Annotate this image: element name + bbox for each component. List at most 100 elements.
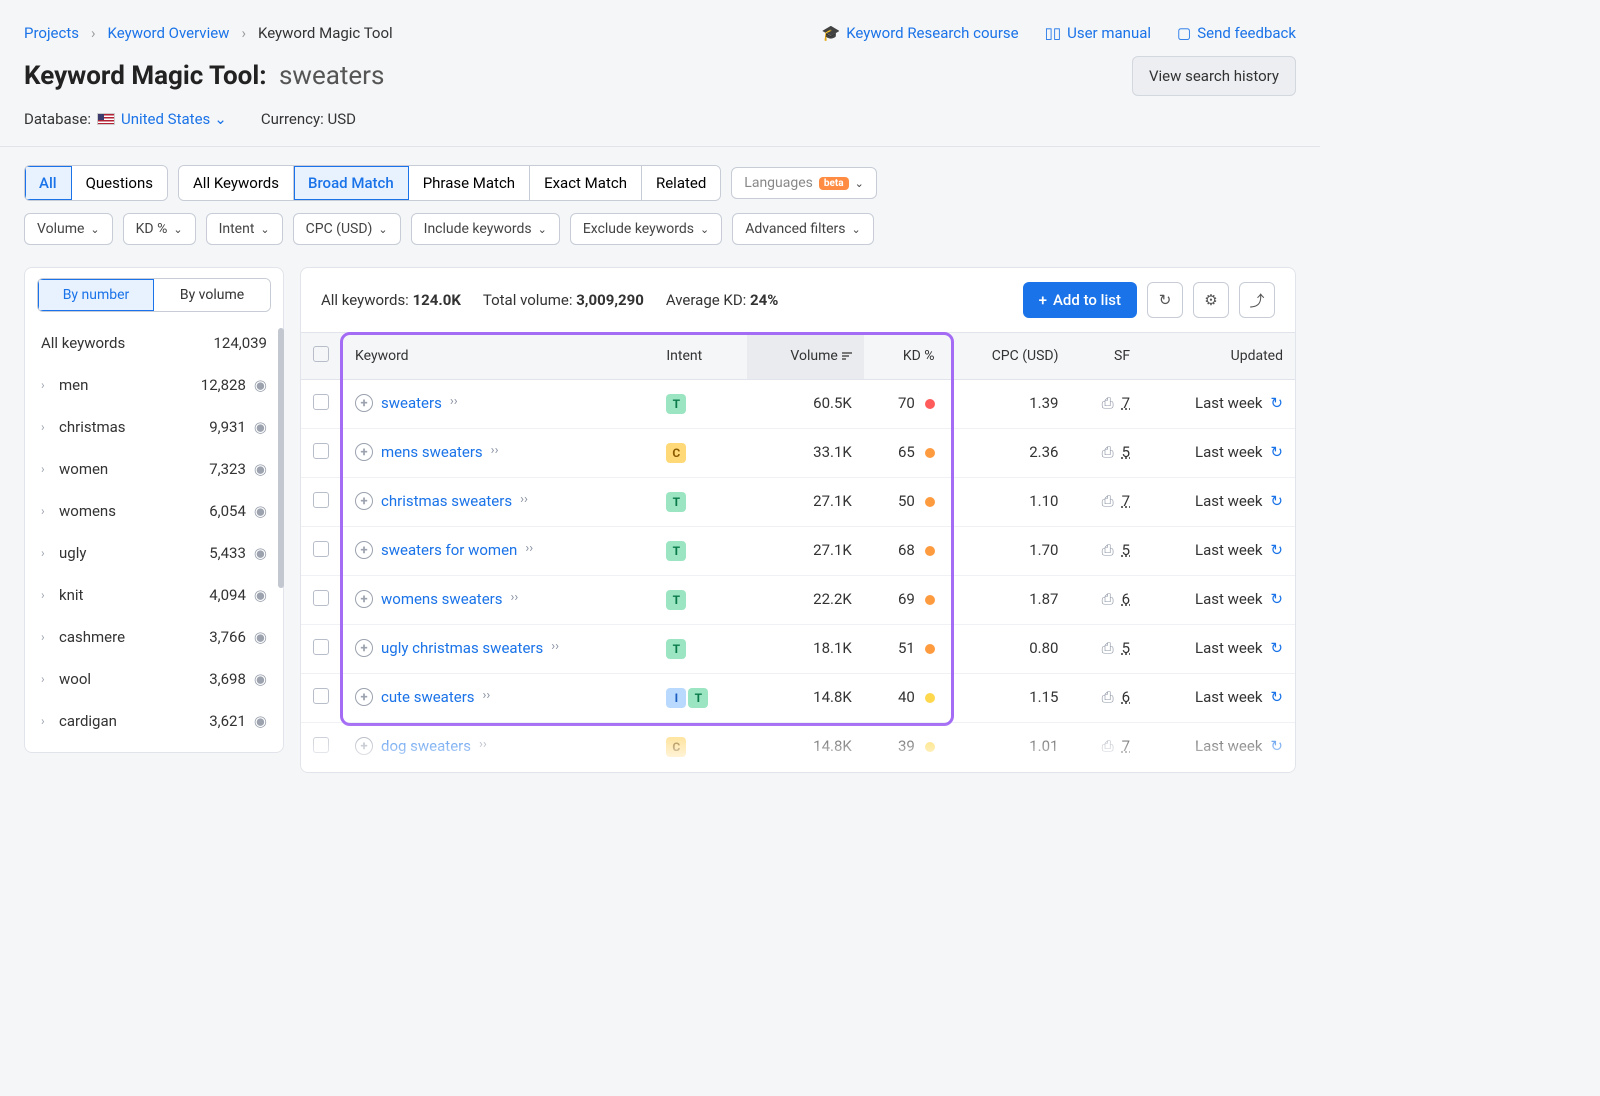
languages-dropdown[interactable]: Languages beta ⌄ xyxy=(731,167,877,199)
cell-sf[interactable]: 7 xyxy=(1122,394,1130,412)
sidebar-item-women[interactable]: ›women7,323 ◉ xyxy=(29,448,279,490)
match-segment: All KeywordsBroad MatchPhrase MatchExact… xyxy=(178,165,721,201)
serp-icon[interactable]: ⎙ xyxy=(1102,394,1114,412)
scrollbar[interactable] xyxy=(278,328,284,588)
filter-include-keywords[interactable]: Include keywords ⌄ xyxy=(411,213,560,245)
serp-icon[interactable]: ⎙ xyxy=(1102,639,1114,657)
filter-exclude-keywords[interactable]: Exclude keywords ⌄ xyxy=(570,213,722,245)
serp-icon[interactable]: ⎙ xyxy=(1102,541,1114,559)
match-tab-all-keywords[interactable]: All Keywords xyxy=(179,166,294,200)
filter-cpc-usd-[interactable]: CPC (USD) ⌄ xyxy=(293,213,401,245)
refresh-row-icon[interactable]: ↻ xyxy=(1270,639,1283,657)
link-feedback[interactable]: ▢Send feedback xyxy=(1177,24,1296,42)
add-to-list-button[interactable]: +Add to list xyxy=(1023,282,1137,318)
crumb-overview[interactable]: Keyword Overview xyxy=(108,24,230,42)
row-checkbox[interactable] xyxy=(313,443,329,459)
sidebar-item-christmas[interactable]: ›christmas9,931 ◉ xyxy=(29,406,279,448)
open-icon[interactable]: ›› xyxy=(491,443,499,458)
side-tab-number[interactable]: By number xyxy=(38,279,154,311)
col-sf[interactable]: SF xyxy=(1070,333,1142,380)
sidebar-item-womens[interactable]: ›womens6,054 ◉ xyxy=(29,490,279,532)
select-all-checkbox[interactable] xyxy=(313,346,329,362)
serp-icon[interactable]: ⎙ xyxy=(1102,688,1114,706)
row-checkbox[interactable] xyxy=(313,590,329,606)
col-keyword[interactable]: Keyword xyxy=(343,333,654,380)
filter-intent[interactable]: Intent ⌄ xyxy=(206,213,283,245)
keyword-link[interactable]: christmas sweaters xyxy=(381,492,512,510)
open-icon[interactable]: ›› xyxy=(551,639,559,654)
sidebar-item-wool[interactable]: ›wool3,698 ◉ xyxy=(29,658,279,700)
keyword-link[interactable]: ugly christmas sweaters xyxy=(381,639,543,657)
intent-badge-T: T xyxy=(688,688,708,708)
row-checkbox[interactable] xyxy=(313,394,329,410)
link-manual[interactable]: ▯▯User manual xyxy=(1045,24,1151,42)
sidebar-item-cashmere[interactable]: ›cashmere3,766 ◉ xyxy=(29,616,279,658)
row-checkbox[interactable] xyxy=(313,639,329,655)
side-tab-volume[interactable]: By volume xyxy=(154,279,270,311)
keyword-link[interactable]: mens sweaters xyxy=(381,443,483,461)
open-icon[interactable]: ›› xyxy=(450,394,458,409)
view-history-button[interactable]: View search history xyxy=(1132,56,1296,96)
cell-sf[interactable]: 6 xyxy=(1122,688,1130,706)
tab-all[interactable]: All xyxy=(25,166,72,200)
refresh-row-icon[interactable]: ↻ xyxy=(1270,590,1283,608)
cell-cpc: 0.80 xyxy=(947,625,1071,674)
expand-icon[interactable]: + xyxy=(355,639,373,657)
filter-advanced-filters[interactable]: Advanced filters ⌄ xyxy=(732,213,874,245)
serp-icon[interactable]: ⎙ xyxy=(1102,590,1114,608)
sidebar-item-ugly[interactable]: ›ugly5,433 ◉ xyxy=(29,532,279,574)
database-selector[interactable]: Database: United States ⌄ xyxy=(24,110,227,128)
open-icon[interactable]: ›› xyxy=(525,541,533,556)
col-updated[interactable]: Updated xyxy=(1142,333,1295,380)
match-tab-related[interactable]: Related xyxy=(642,166,720,200)
col-cpc[interactable]: CPC (USD) xyxy=(947,333,1071,380)
open-icon[interactable]: ›› xyxy=(511,590,519,605)
open-icon[interactable]: ›› xyxy=(483,688,491,703)
refresh-row-icon[interactable]: ↻ xyxy=(1270,492,1283,510)
eye-icon: ◉ xyxy=(254,502,267,520)
refresh-row-icon[interactable]: ↻ xyxy=(1270,541,1283,559)
sidebar-all-keywords[interactable]: All keywords 124,039 xyxy=(29,322,279,364)
keyword-link[interactable]: sweaters xyxy=(381,394,442,412)
filter-kd-[interactable]: KD % ⌄ xyxy=(123,213,196,245)
refresh-button[interactable]: ↻ xyxy=(1147,282,1183,318)
expand-icon[interactable]: + xyxy=(355,688,373,706)
serp-icon[interactable]: ⎙ xyxy=(1102,443,1114,461)
col-volume[interactable]: Volume xyxy=(747,333,864,380)
link-course[interactable]: 🎓Keyword Research course xyxy=(822,24,1019,42)
match-tab-phrase-match[interactable]: Phrase Match xyxy=(409,166,530,200)
keyword-link[interactable]: womens sweaters xyxy=(381,590,503,608)
expand-icon[interactable]: + xyxy=(355,394,373,412)
expand-icon[interactable]: + xyxy=(355,492,373,510)
row-checkbox[interactable] xyxy=(313,492,329,508)
refresh-row-icon[interactable]: ↻ xyxy=(1270,443,1283,461)
match-tab-broad-match[interactable]: Broad Match xyxy=(294,166,409,200)
col-intent[interactable]: Intent xyxy=(654,333,747,380)
match-tab-exact-match[interactable]: Exact Match xyxy=(530,166,642,200)
cell-sf[interactable]: 7 xyxy=(1122,492,1130,510)
cell-sf[interactable]: 5 xyxy=(1122,541,1130,559)
open-icon[interactable]: ›› xyxy=(520,492,528,507)
filter-volume[interactable]: Volume ⌄ xyxy=(24,213,113,245)
refresh-row-icon[interactable]: ↻ xyxy=(1270,394,1283,412)
crumb-projects[interactable]: Projects xyxy=(24,24,79,42)
sidebar-item-men[interactable]: ›men12,828 ◉ xyxy=(29,364,279,406)
col-kd[interactable]: KD % xyxy=(864,333,947,380)
row-checkbox[interactable] xyxy=(313,541,329,557)
settings-button[interactable]: ⚙ xyxy=(1193,282,1229,318)
export-button[interactable]: ⤴ xyxy=(1239,282,1275,318)
sidebar-item-knit[interactable]: ›knit4,094 ◉ xyxy=(29,574,279,616)
keyword-link[interactable]: sweaters for women xyxy=(381,541,517,559)
tab-questions[interactable]: Questions xyxy=(72,166,167,200)
expand-icon[interactable]: + xyxy=(355,443,373,461)
row-checkbox[interactable] xyxy=(313,688,329,704)
cell-sf[interactable]: 5 xyxy=(1122,639,1130,657)
keyword-link[interactable]: cute sweaters xyxy=(381,688,475,706)
cell-sf[interactable]: 5 xyxy=(1122,443,1130,461)
serp-icon[interactable]: ⎙ xyxy=(1102,492,1114,510)
expand-icon[interactable]: + xyxy=(355,590,373,608)
sidebar-item-cardigan[interactable]: ›cardigan3,621 ◉ xyxy=(29,700,279,742)
refresh-row-icon[interactable]: ↻ xyxy=(1270,688,1283,706)
expand-icon[interactable]: + xyxy=(355,541,373,559)
cell-sf[interactable]: 6 xyxy=(1122,590,1130,608)
